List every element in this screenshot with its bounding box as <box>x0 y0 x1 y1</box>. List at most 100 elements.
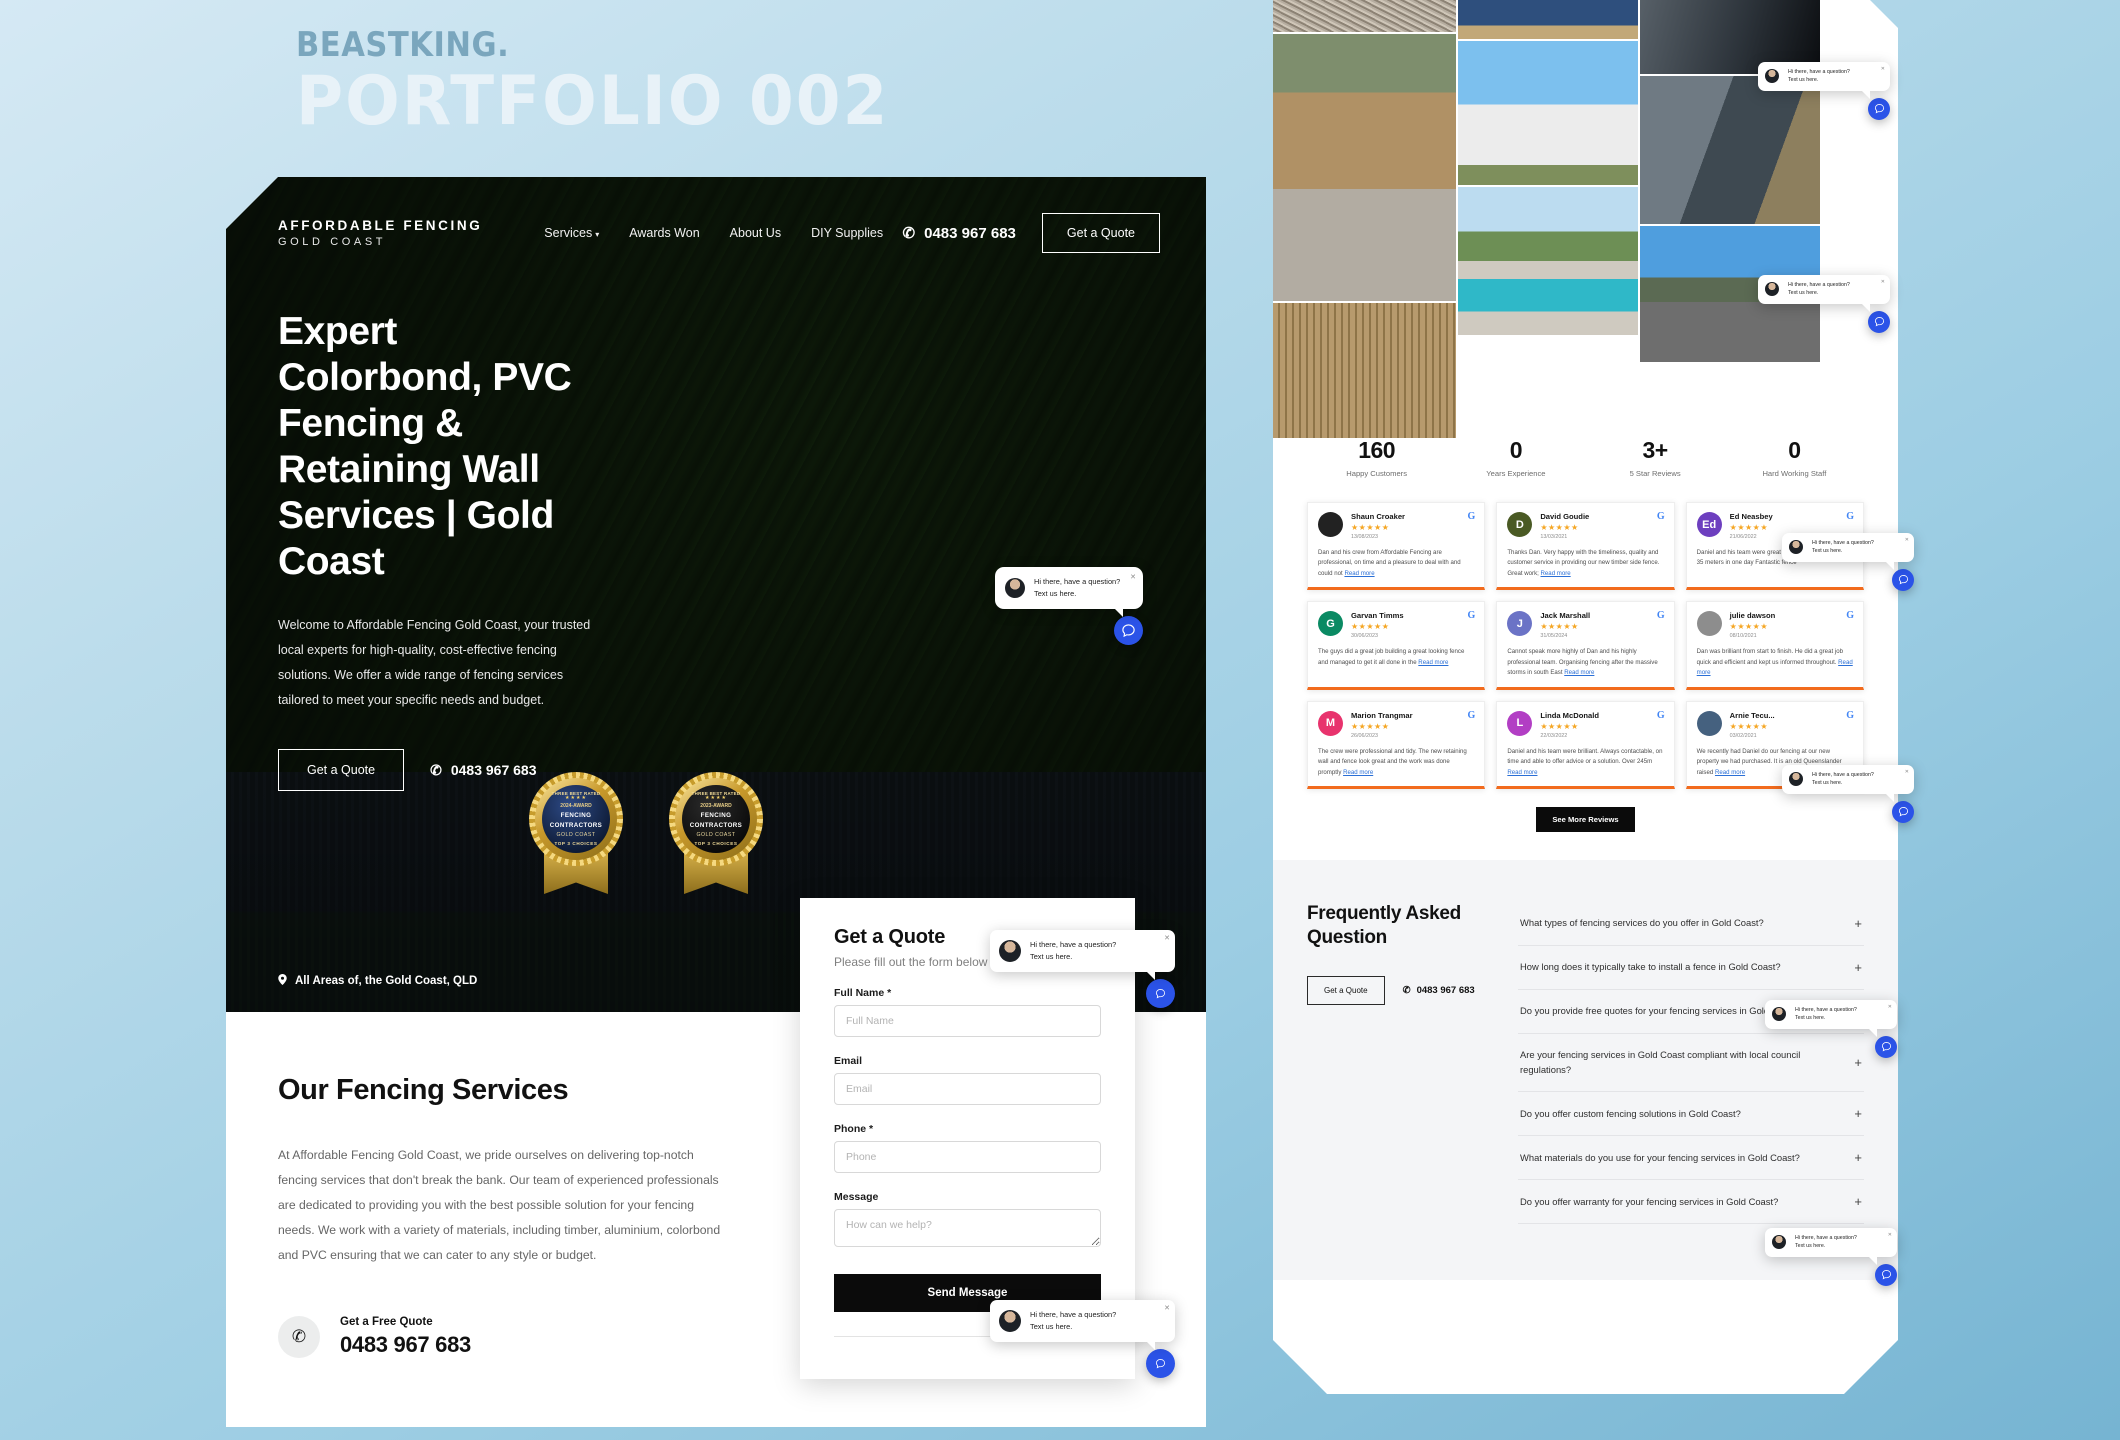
review-text: Cannot speak more highly of Dan and his … <box>1507 648 1658 677</box>
chat-launcher-button[interactable] <box>1892 568 1914 591</box>
chat-line-1: Hi there, have a question? <box>1795 1235 1857 1241</box>
message-textarea[interactable] <box>834 1209 1101 1247</box>
chat-launcher-button[interactable] <box>1875 1035 1897 1058</box>
gallery-image-blue-colorbond-fence[interactable] <box>1458 0 1638 39</box>
close-icon[interactable]: ✕ <box>1905 769 1909 775</box>
review-date: 26/06/2023 <box>1351 732 1378 739</box>
chat-bubble[interactable]: Hi there, have a question? Text us here.… <box>1782 765 1914 802</box>
chat-bubble[interactable]: Hi there, have a question? Text us here.… <box>990 930 1175 980</box>
full-name-input[interactable] <box>834 1005 1101 1037</box>
hero-phone-link[interactable]: ✆ 0483 967 683 <box>430 762 536 779</box>
stat-hard-working-staff: 0 Hard Working Staff <box>1725 437 1864 478</box>
site-header: AFFORDABLE FENCING GOLD COAST Services ▾ … <box>226 177 1206 253</box>
chat-launcher-button[interactable] <box>1146 1348 1175 1378</box>
chat-line-2: Text us here. <box>1788 77 1819 84</box>
masthead: BEASTKING. PORTFOLIO 002 <box>296 28 887 137</box>
chat-line-2: Text us here. <box>1812 780 1843 787</box>
nav-item-services[interactable]: Services ▾ <box>544 226 599 240</box>
close-icon[interactable]: ✕ <box>1905 537 1909 543</box>
services-paragraph: At Affordable Fencing Gold Coast, we pri… <box>278 1148 721 1263</box>
close-icon[interactable]: ✕ <box>1881 66 1885 72</box>
chat-launcher-button[interactable] <box>1868 97 1890 120</box>
chat-line-2: Text us here. <box>1034 588 1077 598</box>
badge-city: GOLD COAST <box>696 831 736 838</box>
chat-bubble[interactable]: Hi there, have a question? Text us here.… <box>990 1300 1175 1350</box>
google-icon: G <box>1656 511 1665 522</box>
chat-launcher-button[interactable] <box>1892 800 1914 823</box>
email-input[interactable] <box>834 1073 1101 1105</box>
see-more-reviews-button[interactable]: See More Reviews <box>1536 807 1634 832</box>
faq-item[interactable]: What types of fencing services do you of… <box>1518 902 1864 946</box>
header-get-a-quote-button[interactable]: Get a Quote <box>1041 213 1160 253</box>
chat-bubble[interactable]: Hi there, have a question? Text us here.… <box>1758 275 1890 312</box>
chat-widget-bottom-left: Hi there, have a question? Text us here.… <box>990 1300 1175 1378</box>
label-email: Email <box>834 1055 863 1067</box>
chat-line-2: Text us here. <box>1812 548 1843 555</box>
chat-bubble-icon <box>1874 317 1884 327</box>
nav-item-diy-supplies[interactable]: DIY Supplies <box>811 226 883 240</box>
chat-launcher-button[interactable] <box>1114 615 1143 645</box>
read-more-link[interactable]: Read more <box>1564 669 1594 676</box>
chat-widget-gallery-top: Hi there, have a question? Text us here.… <box>1758 62 1890 120</box>
stat-value: 0 <box>1509 437 1523 463</box>
google-icon: G <box>1846 709 1854 721</box>
nav-item-about-us[interactable]: About Us <box>730 226 781 240</box>
chat-text: Hi there, have a question? Text us here. <box>1812 539 1874 556</box>
faq-question: What types of fencing services do you of… <box>1520 917 1764 929</box>
close-icon[interactable]: ✕ <box>1164 934 1170 942</box>
gallery-image-timber-fence-roadside[interactable] <box>1273 303 1456 438</box>
read-more-link[interactable]: Read more <box>1715 769 1745 776</box>
google-icon: G <box>1656 610 1665 622</box>
chat-bubble[interactable]: Hi there, have a question? Text us here.… <box>1758 62 1890 99</box>
chat-bubble[interactable]: Hi there, have a question? Text us here.… <box>1765 1000 1897 1037</box>
phone-input[interactable] <box>834 1141 1101 1173</box>
stat-5-star-reviews: 3+ 5 Star Reviews <box>1586 437 1725 478</box>
faq-item[interactable]: Do you offer warranty for your fencing s… <box>1518 1180 1864 1224</box>
chat-bubble[interactable]: Hi there, have a question? Text us here.… <box>1782 533 1914 570</box>
nav-item-awards-won[interactable]: Awards Won <box>629 226 699 240</box>
chat-launcher-button[interactable] <box>1146 978 1175 1008</box>
close-icon[interactable]: ✕ <box>1881 279 1885 285</box>
google-icon: G <box>1656 709 1665 721</box>
plus-icon[interactable]: + <box>1854 1106 1862 1121</box>
close-icon[interactable]: ✕ <box>1888 1004 1892 1010</box>
chat-widget-gallery-bottom: Hi there, have a question? Text us here.… <box>1758 275 1890 333</box>
faq-item[interactable]: Do you offer custom fencing solutions in… <box>1518 1092 1864 1136</box>
read-more-link[interactable]: Read more <box>1507 769 1537 776</box>
faq-question: How long does it typically take to insta… <box>1520 961 1781 973</box>
read-more-link[interactable]: Read more <box>1541 570 1571 577</box>
chat-widget-faq-bottom: Hi there, have a question? Text us here.… <box>1765 1228 1897 1286</box>
chat-launcher-button[interactable] <box>1875 1263 1897 1286</box>
gallery-image-timber-fence-driveway[interactable] <box>1273 34 1456 301</box>
agent-avatar-icon <box>1765 282 1779 297</box>
plus-icon[interactable]: + <box>1854 1150 1862 1165</box>
plus-icon[interactable]: + <box>1854 916 1862 931</box>
read-more-link[interactable]: Read more <box>1344 570 1374 577</box>
chat-bubble[interactable]: Hi there, have a question? Text us here.… <box>995 567 1143 617</box>
chat-line-2: Text us here. <box>1795 1243 1826 1250</box>
close-icon[interactable]: ✕ <box>1130 573 1136 581</box>
site-logo[interactable]: AFFORDABLE FENCING GOLD COAST <box>278 218 482 248</box>
field-phone: Phone * <box>834 1123 1101 1173</box>
read-more-link[interactable]: Read more <box>1418 659 1448 666</box>
hero-get-a-quote-button[interactable]: Get a Quote <box>278 749 405 792</box>
faq-phone-link[interactable]: ✆ 0483 967 683 <box>1403 985 1475 996</box>
faq-item[interactable]: What materials do you use for your fenci… <box>1518 1136 1864 1180</box>
chat-launcher-button[interactable] <box>1868 310 1890 333</box>
plus-icon[interactable]: + <box>1854 1194 1862 1209</box>
chat-text: Hi there, have a question? Text us here. <box>1812 771 1874 788</box>
header-phone-link[interactable]: ✆ 0483 967 683 <box>903 224 1016 243</box>
faq-get-a-quote-button[interactable]: Get a Quote <box>1307 976 1385 1005</box>
close-icon[interactable]: ✕ <box>1888 1232 1892 1238</box>
read-more-link[interactable]: Read more <box>1343 769 1373 776</box>
gallery-image-white-pvc-fence[interactable] <box>1458 41 1638 185</box>
stat-value: 0 <box>1788 437 1801 463</box>
review-date: 22/03/2022 <box>1540 732 1568 739</box>
chat-bubble[interactable]: Hi there, have a question? Text us here.… <box>1765 1228 1897 1265</box>
close-icon[interactable]: ✕ <box>1164 1304 1170 1312</box>
gallery-image-pool-glass-fence[interactable] <box>1458 187 1638 335</box>
plus-icon[interactable]: + <box>1854 960 1862 975</box>
gallery-image-gravel-driveway-fence[interactable] <box>1273 0 1456 32</box>
faq-item[interactable]: How long does it typically take to insta… <box>1518 946 1864 990</box>
chat-bubble-icon <box>1881 1042 1891 1052</box>
